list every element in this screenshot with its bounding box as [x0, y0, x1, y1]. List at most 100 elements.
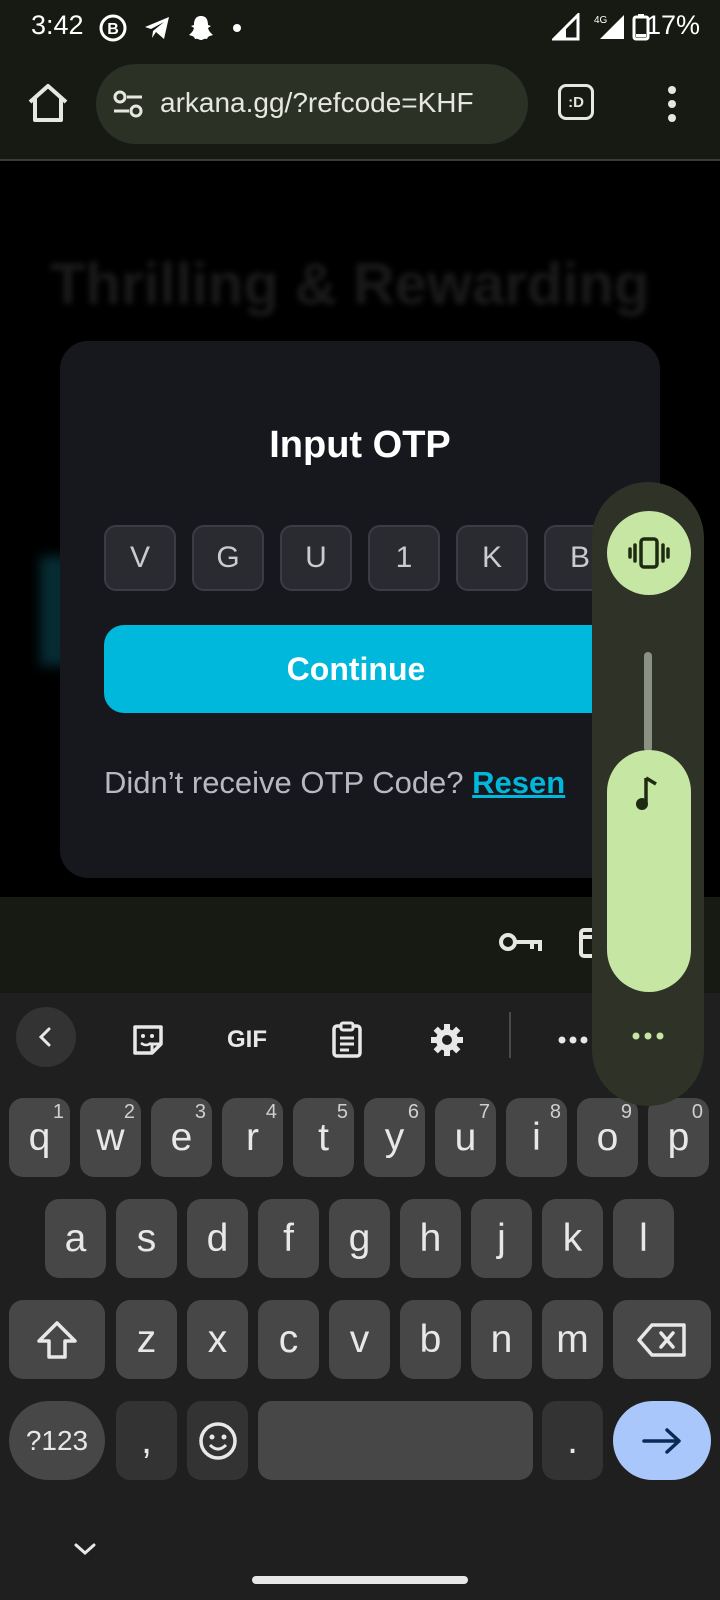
key-label: o: [596, 1115, 619, 1159]
key-l[interactable]: l: [613, 1199, 674, 1278]
symbols-key[interactable]: ?123: [9, 1401, 105, 1480]
key-w[interactable]: w2: [80, 1098, 141, 1177]
battery-percent: 17%: [645, 10, 700, 40]
gear-icon: [431, 1024, 463, 1056]
key-k[interactable]: k: [542, 1199, 603, 1278]
key-n[interactable]: n: [471, 1300, 532, 1379]
shift-icon: [37, 1320, 77, 1359]
key-y[interactable]: y6: [364, 1098, 425, 1177]
svg-text:B: B: [107, 21, 119, 38]
key-label: w: [96, 1115, 125, 1159]
4g-signal-icon: 4G: [594, 15, 624, 39]
key-e[interactable]: e3: [151, 1098, 212, 1177]
otp-digit-3[interactable]: U: [280, 525, 352, 591]
key-t[interactable]: t5: [293, 1098, 354, 1177]
volume-more-button[interactable]: [620, 1022, 676, 1050]
key-s[interactable]: s: [116, 1199, 177, 1278]
key-f[interactable]: f: [258, 1199, 319, 1278]
emoji-key[interactable]: [187, 1401, 248, 1480]
resend-prompt-text: Didn’t receive OTP Code?: [104, 765, 464, 800]
more-horiz-icon: [558, 1036, 588, 1044]
tab-switcher-button[interactable]: :D: [558, 84, 594, 120]
key-hint: 1: [52, 1101, 64, 1123]
clipboard-button[interactable]: [317, 1010, 377, 1070]
period-key[interactable]: .: [542, 1401, 603, 1480]
password-key-icon[interactable]: [498, 927, 544, 957]
sticker-icon: [133, 1025, 163, 1055]
keyboard-back-button[interactable]: [16, 1007, 76, 1067]
volume-track: [644, 652, 652, 752]
more-horiz-icon: [632, 1032, 664, 1040]
key-h[interactable]: h: [400, 1199, 461, 1278]
backspace-key[interactable]: [613, 1300, 711, 1379]
key-hint: 8: [549, 1101, 561, 1123]
svg-text:4G: 4G: [594, 15, 608, 26]
key-label: i: [532, 1115, 541, 1159]
browser-toolbar: arkana.gg/?refcode=KHF :D: [0, 56, 720, 161]
key-q[interactable]: q1: [9, 1098, 70, 1177]
key-p[interactable]: p0: [648, 1098, 709, 1177]
otp-digit-1[interactable]: V: [104, 525, 176, 591]
key-hint: 0: [691, 1101, 703, 1123]
key-i[interactable]: i8: [506, 1098, 567, 1177]
comma-key[interactable]: ,: [116, 1401, 177, 1480]
system-icons: 4G: [552, 12, 650, 42]
music-note-icon: [636, 776, 657, 810]
key-a[interactable]: a: [45, 1199, 106, 1278]
key-b[interactable]: b: [400, 1300, 461, 1379]
key-d[interactable]: d: [187, 1199, 248, 1278]
key-hint: 2: [123, 1101, 135, 1123]
hide-keyboard-icon[interactable]: [72, 1540, 98, 1558]
shift-key[interactable]: [9, 1300, 105, 1379]
key-label: y: [384, 1115, 405, 1159]
clipboard-icon: [332, 1021, 362, 1058]
key-x[interactable]: x: [187, 1300, 248, 1379]
enter-key[interactable]: [613, 1401, 711, 1480]
key-label: r: [246, 1115, 259, 1159]
key-r[interactable]: r4: [222, 1098, 283, 1177]
home-icon[interactable]: [25, 80, 71, 126]
key-m[interactable]: m: [542, 1300, 603, 1379]
key-label: u: [454, 1115, 477, 1159]
more-vert-icon[interactable]: [658, 82, 686, 126]
settings-button[interactable]: [417, 1010, 477, 1070]
telegram-icon: [145, 17, 169, 39]
vibrate-icon: [628, 537, 670, 569]
key-j[interactable]: j: [471, 1199, 532, 1278]
snapchat-icon: [189, 16, 213, 40]
key-hint: 9: [620, 1101, 632, 1123]
key-label: e: [170, 1115, 193, 1159]
otp-digit-4[interactable]: 1: [368, 525, 440, 591]
key-z[interactable]: z: [116, 1300, 177, 1379]
ringer-mode-button[interactable]: [607, 511, 691, 595]
gif-button[interactable]: GIF: [217, 1010, 277, 1070]
key-label: p: [667, 1115, 690, 1159]
address-bar[interactable]: arkana.gg/?refcode=KHF: [96, 64, 528, 144]
key-u[interactable]: u7: [435, 1098, 496, 1177]
key-c[interactable]: c: [258, 1300, 319, 1379]
key-v[interactable]: v: [329, 1300, 390, 1379]
notification-icons: B: [98, 10, 244, 46]
key-label: q: [28, 1115, 51, 1159]
url-text[interactable]: arkana.gg/?refcode=KHF: [160, 87, 516, 119]
chevron-left-icon: [38, 1027, 51, 1047]
arrow-right-icon: [642, 1427, 681, 1454]
dot-icon: [233, 24, 241, 32]
resend-prompt: Didn’t receive OTP Code? Resen: [104, 765, 565, 801]
space-key[interactable]: [258, 1401, 533, 1480]
otp-digit-2[interactable]: G: [192, 525, 264, 591]
key-g[interactable]: g: [329, 1199, 390, 1278]
sticker-button[interactable]: [118, 1010, 178, 1070]
toolbar-divider: [509, 1012, 511, 1058]
b-app-icon: B: [99, 14, 127, 42]
continue-button[interactable]: Continue: [104, 625, 664, 713]
resend-link[interactable]: Resen: [472, 765, 565, 800]
volume-panel: [592, 482, 704, 1106]
key-label: t: [318, 1115, 329, 1159]
key-o[interactable]: o9: [577, 1098, 638, 1177]
key-hint: 5: [336, 1101, 348, 1123]
key-hint: 7: [478, 1101, 490, 1123]
otp-digit-5[interactable]: K: [456, 525, 528, 591]
site-settings-icon[interactable]: [112, 89, 144, 119]
gesture-bar[interactable]: [252, 1576, 468, 1584]
